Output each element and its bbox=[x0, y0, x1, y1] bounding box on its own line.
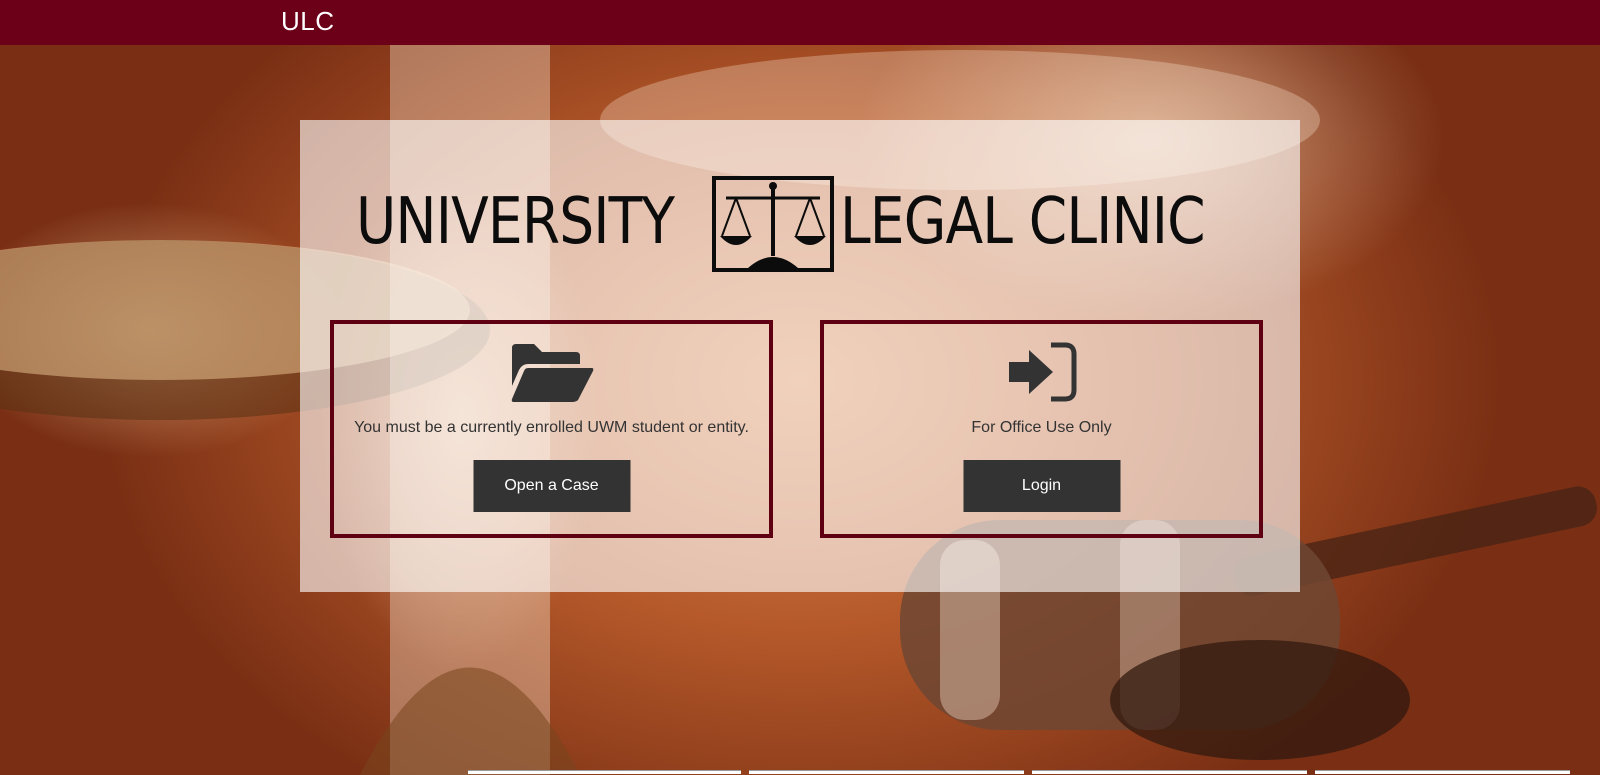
bottom-strip bbox=[1315, 770, 1570, 774]
logo-word-legal-clinic: LEGAL CLINIC bbox=[840, 185, 1206, 259]
bottom-strip bbox=[749, 770, 1024, 774]
login-button[interactable]: Login bbox=[963, 460, 1120, 512]
office-use-text: For Office Use Only bbox=[971, 419, 1112, 436]
login-card: For Office Use Only Login bbox=[820, 320, 1263, 538]
logo-word-university: UNIVERSITY bbox=[356, 185, 675, 259]
open-case-button[interactable]: Open a Case bbox=[473, 460, 630, 512]
folder-open-icon bbox=[511, 344, 593, 402]
bottom-edge-elements bbox=[0, 770, 1600, 775]
brand-link[interactable]: ULC bbox=[281, 6, 335, 37]
main-panel: UNIVERSITY LEGAL CLINIC You must be a cu… bbox=[300, 120, 1300, 592]
sign-in-icon bbox=[1008, 342, 1076, 402]
bottom-strip bbox=[1032, 770, 1307, 774]
top-navbar: ULC bbox=[0, 0, 1600, 45]
open-case-card: You must be a currently enrolled UWM stu… bbox=[330, 320, 773, 538]
clinic-logo: UNIVERSITY LEGAL CLINIC bbox=[352, 176, 1252, 276]
bottom-strip bbox=[468, 770, 741, 774]
scales-of-justice-icon bbox=[712, 176, 834, 272]
student-notice-text: You must be a currently enrolled UWM stu… bbox=[354, 419, 749, 436]
